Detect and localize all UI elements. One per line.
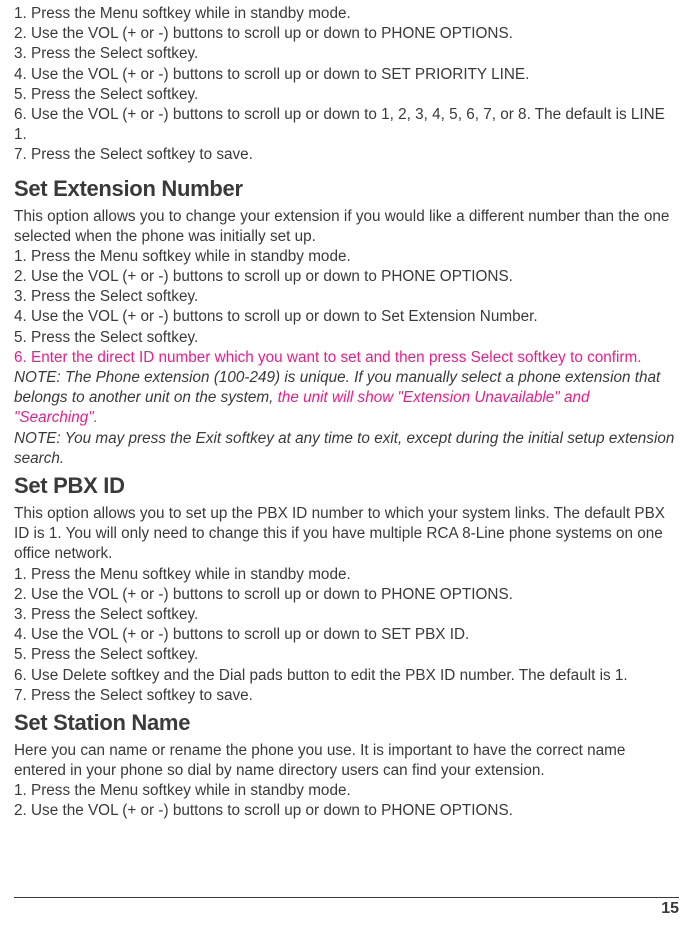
instruction-line: 1. Press the Menu softkey while in stand… — [14, 781, 677, 801]
heading-set-pbx-id: Set PBX ID — [14, 471, 677, 500]
intro-text: This option allows you to change your ex… — [14, 207, 677, 247]
instruction-line: 5. Press the Select softkey. — [14, 85, 677, 105]
instruction-line: 4. Use the VOL (+ or -) buttons to scrol… — [14, 65, 677, 85]
instruction-line: 7. Press the Select softkey to save. — [14, 145, 677, 165]
instruction-line: 3. Press the Select softkey. — [14, 287, 677, 307]
page-footer: 15 — [14, 897, 679, 918]
instruction-line: 3. Press the Select softkey. — [14, 44, 677, 64]
intro-text: This option allows you to set up the PBX… — [14, 504, 677, 565]
note-text: NOTE: The Phone extension (100-249) is u… — [14, 368, 677, 429]
instruction-line: 1. Press the Menu softkey while in stand… — [14, 4, 677, 24]
instruction-line: 3. Press the Select softkey. — [14, 605, 677, 625]
heading-set-extension-number: Set Extension Number — [14, 174, 677, 203]
instruction-line: 2. Use the VOL (+ or -) buttons to scrol… — [14, 267, 677, 287]
instruction-line: 4. Use the VOL (+ or -) buttons to scrol… — [14, 625, 677, 645]
instruction-line: 2. Use the VOL (+ or -) buttons to scrol… — [14, 801, 677, 821]
instruction-line: 1. Press the Menu softkey while in stand… — [14, 247, 677, 267]
instruction-line-highlight: 6. Enter the direct ID number which you … — [14, 348, 677, 368]
instruction-line: 5. Press the Select softkey. — [14, 328, 677, 348]
instruction-line: 2. Use the VOL (+ or -) buttons to scrol… — [14, 585, 677, 605]
instruction-line: 1. Press the Menu softkey while in stand… — [14, 565, 677, 585]
page-number: 15 — [14, 900, 679, 918]
page-content: 1. Press the Menu softkey while in stand… — [0, 0, 695, 832]
intro-text: Here you can name or rename the phone yo… — [14, 741, 677, 781]
instruction-line: 7. Press the Select softkey to save. — [14, 686, 677, 706]
instruction-line: 2. Use the VOL (+ or -) buttons to scrol… — [14, 24, 677, 44]
note-text: NOTE: You may press the Exit softkey at … — [14, 429, 677, 469]
instruction-line: 5. Press the Select softkey. — [14, 645, 677, 665]
heading-set-station-name: Set Station Name — [14, 708, 677, 737]
instruction-line: 6. Use Delete softkey and the Dial pads … — [14, 666, 677, 686]
instruction-line: 4. Use the VOL (+ or -) buttons to scrol… — [14, 307, 677, 327]
footer-rule — [14, 897, 679, 898]
instruction-line: 6. Use the VOL (+ or -) buttons to scrol… — [14, 105, 677, 145]
